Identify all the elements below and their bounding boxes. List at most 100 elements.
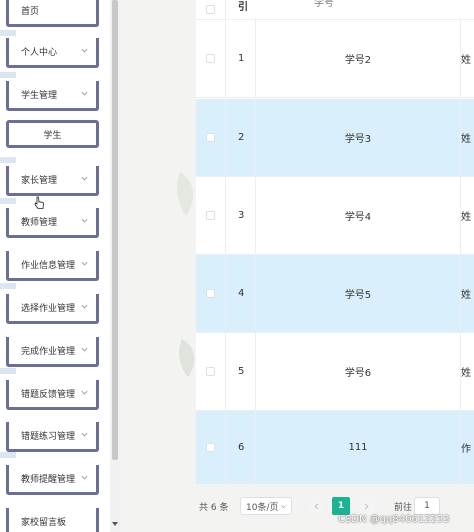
index-cell: 4: [226, 255, 256, 332]
sidebar-accent: [0, 452, 16, 458]
scroll-down-arrow-icon[interactable]: [111, 520, 119, 528]
sidebar-accent: [0, 157, 16, 163]
checkbox-cell: [196, 333, 226, 410]
checkbox-cell: [196, 411, 226, 484]
sidebar-item-teacher-reminder-management[interactable]: 教师提醒管理: [6, 465, 99, 495]
name-cell: 姓: [461, 290, 471, 301]
sidebar-item-label: 选择作业管理: [21, 304, 76, 314]
prev-page-button[interactable]: [308, 497, 324, 515]
chevron-down-icon: [81, 261, 88, 266]
sidebar-item-error-practice-management[interactable]: 错题练习管理: [6, 422, 99, 452]
index-cell: 3: [226, 177, 256, 254]
index-cell: 5: [226, 333, 256, 410]
chevron-down-icon: [81, 347, 88, 352]
name-cell: 姓: [461, 212, 471, 223]
table-row[interactable]: 6 111 作: [196, 411, 474, 484]
sidebar-item-select-homework-management[interactable]: 选择作业管理: [6, 294, 99, 324]
sidebar-item-label: 家校留言板: [21, 518, 67, 528]
row-checkbox[interactable]: [206, 443, 215, 452]
chevron-down-icon: [81, 218, 88, 223]
name-cell: 姓: [461, 55, 471, 66]
sidebar-item-home[interactable]: 首页: [6, 0, 99, 27]
sidebar-accent: [0, 368, 16, 374]
sidebar-item-label: 错题反馈管理: [21, 390, 76, 400]
sidebar-item-student-management[interactable]: 学生管理: [6, 81, 99, 111]
goto-label: 前往: [394, 503, 413, 513]
goto-page-input[interactable]: 1: [414, 497, 440, 515]
checkbox-cell: [196, 20, 226, 97]
sidebar-item-teacher-management[interactable]: 教师管理: [6, 208, 99, 238]
sidebar-item-label: 作业信息管理: [21, 261, 76, 271]
chevron-down-icon: [281, 505, 286, 509]
row-checkbox[interactable]: [206, 289, 215, 298]
sidebar-item-parent-management[interactable]: 家长管理: [6, 166, 99, 196]
checkbox-cell: [196, 255, 226, 332]
chevron-down-icon: [81, 48, 88, 53]
table-row[interactable]: 4 学号5 姓: [196, 255, 474, 333]
column-header-student-no[interactable]: 学号: [314, 0, 334, 9]
row-checkbox[interactable]: [206, 211, 215, 220]
sidebar-item-homework-info-management[interactable]: 作业信息管理: [6, 251, 99, 281]
sidebar-accent: [0, 72, 16, 78]
sidebar-item-error-feedback-management[interactable]: 错题反馈管理: [6, 380, 99, 410]
sidebar-item-label: 家长管理: [21, 176, 58, 186]
chevron-down-icon: [81, 91, 88, 96]
chevron-right-icon: [364, 503, 369, 509]
header-checkbox-cell: [196, 0, 226, 19]
table-row[interactable]: 2 学号3 姓: [196, 99, 474, 177]
sidebar-item-label: 首页: [21, 7, 40, 17]
row-checkbox[interactable]: [206, 54, 215, 63]
sidebar-item-label: 学生管理: [21, 91, 58, 101]
chevron-left-icon: [313, 503, 318, 509]
table-row[interactable]: 3 学号4 姓: [196, 177, 474, 255]
student-no-cell: 学号2: [256, 20, 461, 97]
sidebar-item-label: 教师提醒管理: [21, 475, 76, 485]
page-size-select[interactable]: 10条/页: [240, 497, 292, 515]
student-no-cell: 学号5: [256, 255, 461, 332]
page-size-value: 10条/页: [246, 502, 279, 513]
name-cell: 姓: [461, 368, 471, 379]
chevron-down-icon: [81, 475, 88, 480]
chevron-down-icon: [81, 304, 88, 309]
app-window: 首页 个人中心 学生管理 学生 家长管理 教师管理 作业信息管理 选择作业管理: [0, 0, 474, 532]
student-no-cell: 学号6: [256, 333, 461, 410]
index-cell: 6: [226, 411, 256, 484]
checkbox-cell: [196, 99, 226, 176]
sidebar-item-label: 个人中心: [21, 48, 58, 58]
table-header: 引 学号: [196, 0, 474, 20]
sidebar-item-label: 错题练习管理: [21, 432, 76, 442]
sidebar-item-label: 完成作业管理: [21, 347, 76, 357]
table-row[interactable]: 1 学号2 姓: [196, 20, 474, 98]
sidebar-accent: [0, 198, 16, 204]
next-page-button[interactable]: [358, 497, 374, 515]
sidebar-item-label: 教师管理: [21, 218, 58, 228]
name-cell: 作: [461, 444, 471, 455]
sidebar-item-label: 学生: [43, 130, 62, 141]
sidebar-subitem-student[interactable]: 学生: [6, 120, 99, 148]
student-no-cell: 学号3: [256, 99, 461, 176]
chevron-down-icon: [81, 432, 88, 437]
index-cell: 2: [226, 99, 256, 176]
page-number-button[interactable]: 1: [332, 497, 350, 515]
sidebar-item-personal-center[interactable]: 个人中心: [6, 38, 99, 68]
sidebar-accent: [0, 30, 16, 36]
row-checkbox[interactable]: [206, 133, 215, 142]
student-table: 引 学号 1 学号2 姓 2 学号3 姓 3 学号4 姓 4 学号5 姓 5 学…: [196, 0, 474, 484]
row-checkbox[interactable]: [206, 367, 215, 376]
watermark: CSDN @qq840612233: [338, 514, 450, 525]
checkbox-cell: [196, 177, 226, 254]
chevron-down-icon: [81, 176, 88, 181]
total-count: 共 6 条: [199, 503, 229, 513]
student-no-cell: 学号4: [256, 177, 461, 254]
sidebar-scrollbar-thumb[interactable]: [112, 0, 118, 460]
column-header-index: 引: [238, 2, 248, 13]
name-cell: 姓: [461, 134, 471, 145]
select-all-checkbox[interactable]: [206, 5, 215, 14]
index-cell: 1: [226, 20, 256, 97]
sidebar-item-message-board[interactable]: 家校留言板: [6, 508, 99, 532]
student-no-cell: 111: [256, 411, 461, 484]
sidebar-item-completed-homework-management[interactable]: 完成作业管理: [6, 337, 99, 367]
table-row[interactable]: 5 学号6 姓: [196, 333, 474, 411]
chevron-down-icon: [81, 390, 88, 395]
sidebar: 首页 个人中心 学生管理 学生 家长管理 教师管理 作业信息管理 选择作业管理: [0, 0, 110, 532]
